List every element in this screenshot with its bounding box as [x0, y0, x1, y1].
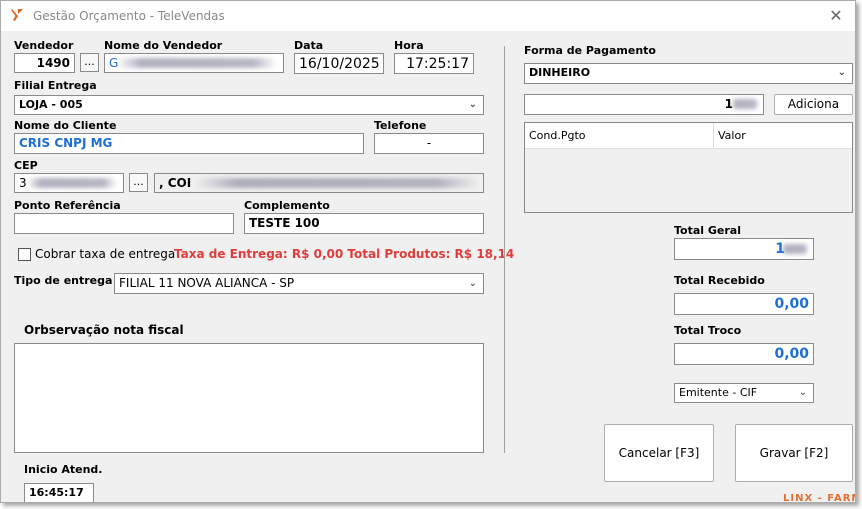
- app-logo-icon: [11, 9, 23, 21]
- total-troco-field: 0,00: [674, 343, 814, 365]
- filial-entrega-select[interactable]: LOJA - 005 ⌄: [14, 95, 484, 115]
- ponto-referencia-input[interactable]: [14, 213, 234, 234]
- cep-label: CEP: [14, 159, 38, 172]
- title-bar: Gestão Orçamento - TeleVendas ✕: [1, 1, 855, 31]
- cancelar-button[interactable]: Cancelar [F3]: [604, 424, 714, 482]
- grid-header: Cond.Pgto Valor: [525, 123, 852, 149]
- frete-select[interactable]: Emitente - CIF ⌄: [674, 383, 814, 403]
- total-geral-field: 1: [674, 238, 814, 260]
- tipo-entrega-select[interactable]: FILIAL 11 NOVA ALIANCA - SP ⌄: [114, 273, 484, 294]
- televendas-window: Gestão Orçamento - TeleVendas ✕ Vendedor…: [0, 0, 856, 503]
- hora-input[interactable]: 17:25:17: [394, 53, 474, 74]
- observacao-textarea[interactable]: [14, 343, 484, 453]
- forma-pagamento-select[interactable]: DINHEIRO ⌄: [524, 63, 853, 84]
- telefone-input[interactable]: -: [374, 133, 484, 154]
- vertical-divider: [504, 46, 505, 453]
- redaction-blur: [781, 244, 809, 254]
- hora-label: Hora: [394, 39, 424, 52]
- endereco-value: , COI: [159, 176, 192, 190]
- nome-vendedor-label: Nome do Vendedor: [104, 39, 223, 52]
- redaction-blur: [27, 178, 117, 188]
- complemento-label: Complemento: [244, 199, 330, 212]
- nome-cliente-label: Nome do Cliente: [14, 119, 117, 132]
- inicio-atend-input[interactable]: 16:45:17: [24, 483, 94, 502]
- filial-entrega-label: Filial Entrega: [14, 79, 97, 92]
- adiciona-button[interactable]: Adiciona: [774, 94, 853, 115]
- total-recebido-label: Total Recebido: [674, 274, 765, 287]
- cobrar-taxa-label: Cobrar taxa de entrega: [35, 247, 176, 261]
- grid-column-cond-pgto[interactable]: Cond.Pgto: [525, 123, 714, 149]
- endereco-field: , COI: [154, 173, 484, 193]
- forma-pagamento-label: Forma de Pagamento: [524, 44, 656, 57]
- nome-cliente-input[interactable]: CRIS CNPJ MG: [14, 133, 364, 154]
- cep-lookup-button[interactable]: ...: [129, 173, 148, 192]
- vendedor-code-input[interactable]: 1490: [14, 53, 75, 73]
- forma-pagamento-value: DINHEIRO: [529, 66, 591, 79]
- inicio-atend-label: Inicio Atend.: [24, 463, 103, 476]
- totals-summary: Taxa de Entrega: R$ 0,00 Total Produtos:…: [174, 247, 515, 261]
- chevron-down-icon: ⌄: [798, 387, 807, 398]
- cobrar-taxa-checkbox[interactable]: [18, 248, 31, 261]
- data-label: Data: [294, 39, 324, 52]
- gravar-button[interactable]: Gravar [F2]: [735, 424, 853, 482]
- redaction-blur: [731, 99, 759, 109]
- telefone-label: Telefone: [374, 119, 427, 132]
- total-geral-label: Total Geral: [674, 224, 741, 237]
- window-title: Gestão Orçamento - TeleVendas: [33, 9, 225, 23]
- redaction-blur: [195, 178, 480, 188]
- filial-entrega-value: LOJA - 005: [19, 98, 83, 111]
- chevron-down-icon: ⌄: [837, 67, 846, 78]
- pagamentos-grid[interactable]: Cond.Pgto Valor: [524, 122, 853, 213]
- close-icon[interactable]: ✕: [825, 5, 847, 27]
- complemento-input[interactable]: TESTE 100: [244, 213, 484, 234]
- frete-value: Emitente - CIF: [679, 386, 758, 399]
- valor-pagamento-input[interactable]: 1: [524, 94, 764, 115]
- nome-vendedor-input[interactable]: G: [104, 53, 284, 73]
- observacao-label: Orbservação nota fiscal: [24, 323, 184, 337]
- footer-brand: LINX - FARM: [783, 493, 856, 503]
- chevron-down-icon: ⌄: [468, 278, 477, 289]
- vendedor-lookup-button[interactable]: ...: [80, 53, 99, 72]
- data-input[interactable]: 16/10/2025: [294, 53, 384, 74]
- vendedor-label: Vendedor: [14, 39, 74, 52]
- chevron-down-icon: ⌄: [468, 99, 477, 110]
- redaction-blur: [117, 58, 277, 68]
- total-recebido-field: 0,00: [674, 293, 814, 315]
- tipo-entrega-label: Tipo de entrega: [14, 274, 113, 287]
- grid-column-valor[interactable]: Valor: [714, 123, 824, 149]
- cep-value: 3: [19, 176, 27, 190]
- cep-input[interactable]: 3: [14, 173, 124, 193]
- ponto-referencia-label: Ponto Referência: [14, 199, 121, 212]
- total-troco-label: Total Troco: [674, 324, 742, 337]
- tipo-entrega-value: FILIAL 11 NOVA ALIANCA - SP: [119, 276, 295, 290]
